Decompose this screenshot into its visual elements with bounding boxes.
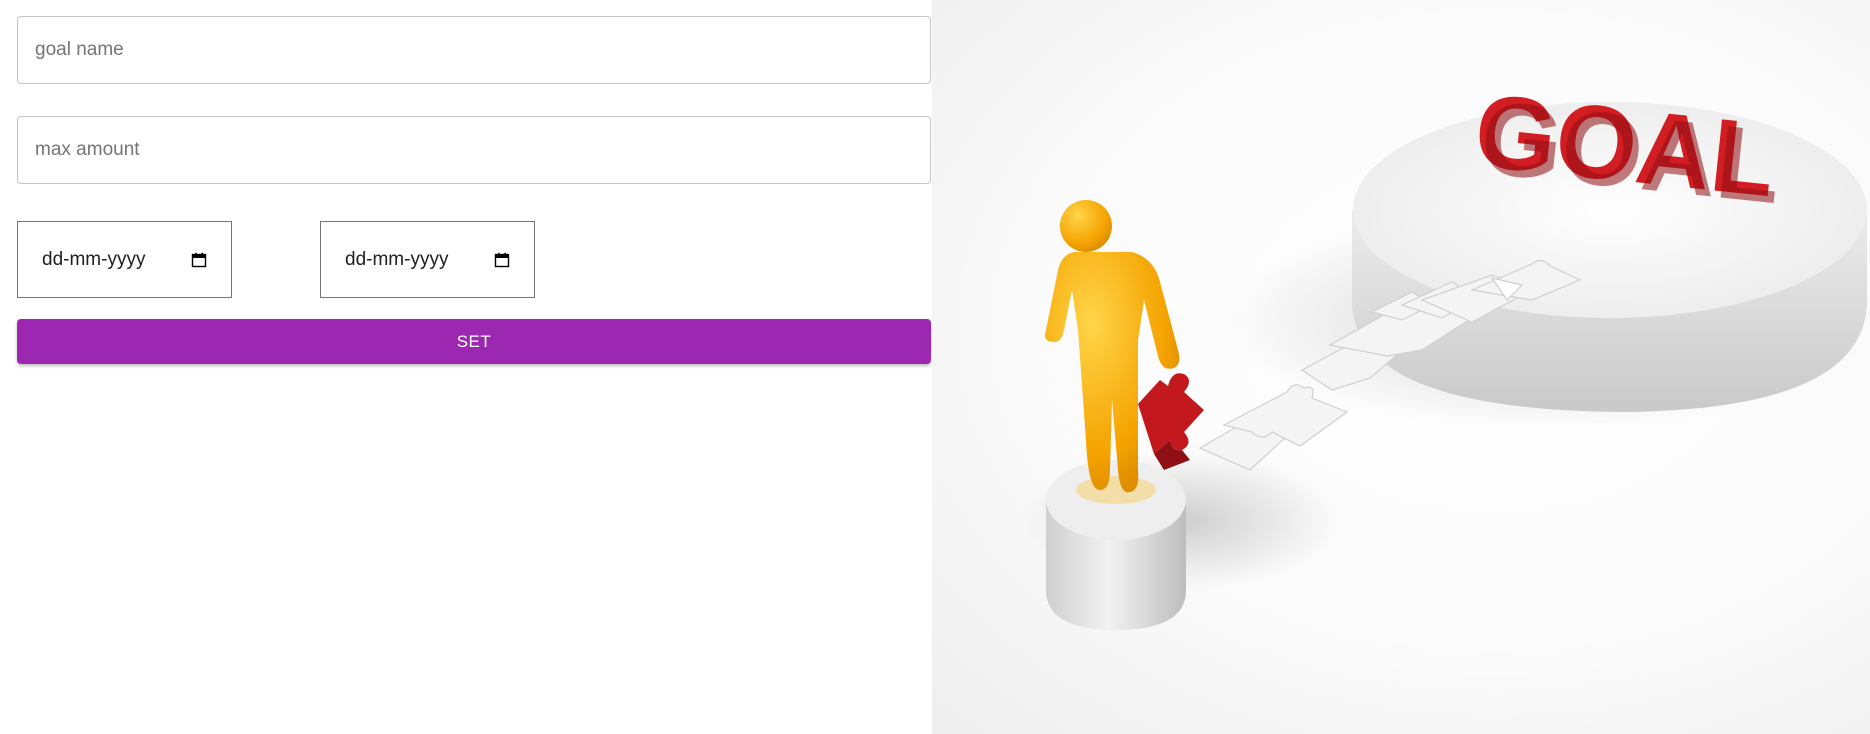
calendar-icon[interactable] [191, 252, 207, 268]
goal-name-field[interactable] [17, 16, 931, 84]
max-amount-field[interactable] [17, 116, 931, 184]
start-date-input[interactable]: dd-mm-yyyy [17, 221, 232, 298]
end-date-input[interactable]: dd-mm-yyyy [320, 221, 535, 298]
goal-form: dd-mm-yyyy dd-mm-yyyy SET [0, 0, 940, 734]
end-date-text: dd-mm-yyyy [345, 248, 449, 270]
goal-name-input[interactable] [18, 17, 930, 83]
set-button[interactable]: SET [17, 319, 931, 364]
calendar-icon[interactable] [494, 252, 510, 268]
max-amount-input[interactable] [18, 117, 930, 183]
goal-illustration: GOAL GOAL [932, 0, 1870, 734]
start-date-text: dd-mm-yyyy [42, 248, 146, 270]
goal-illustration-image: GOAL GOAL [1022, 73, 1870, 630]
